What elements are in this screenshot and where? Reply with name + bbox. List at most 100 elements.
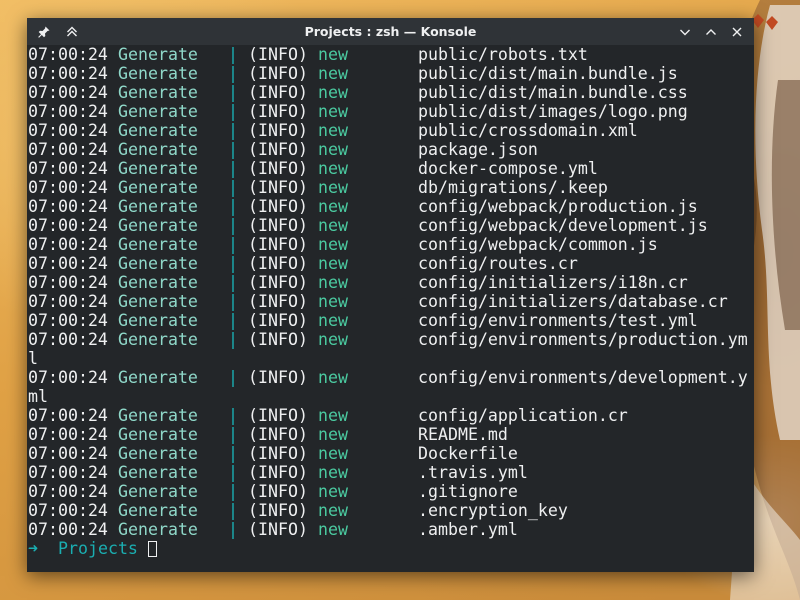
log-action: new — [318, 444, 348, 463]
log-timestamp: 07:00:24 — [28, 501, 108, 520]
log-separator: | — [228, 45, 238, 64]
log-level: (INFO) — [248, 64, 308, 83]
log-timestamp: 07:00:24 — [28, 463, 108, 482]
log-separator: | — [228, 311, 238, 330]
log-tag: Generate — [118, 197, 198, 216]
terminal-line: 07:00:24 Generate | (INFO) new db/migrations/… — [27, 178, 754, 197]
log-file-path: Dockerfile — [418, 444, 518, 463]
terminal-line: 07:00:24 Generate | (INFO) new public/dist/im… — [27, 102, 754, 121]
terminal-line: 07:00:24 Generate | (INFO) new config/applica… — [27, 406, 754, 425]
maximize-icon[interactable] — [700, 21, 722, 43]
log-action: new — [318, 83, 348, 102]
log-action: new — [318, 368, 348, 387]
log-separator: | — [228, 482, 238, 501]
keep-above-icon[interactable] — [61, 21, 83, 43]
log-level: (INFO) — [248, 425, 308, 444]
log-tag: Generate — [118, 482, 198, 501]
log-separator: | — [228, 273, 238, 292]
log-separator: | — [228, 463, 238, 482]
log-separator: | — [228, 425, 238, 444]
shell-prompt[interactable]: ➜ Projects — [27, 539, 754, 558]
log-action: new — [318, 406, 348, 425]
log-file-path-wrap: ml — [28, 387, 48, 406]
terminal-line: 07:00:24 Generate | (INFO) new public/dist/ma… — [27, 64, 754, 83]
log-level: (INFO) — [248, 463, 308, 482]
log-separator: | — [228, 121, 238, 140]
log-timestamp: 07:00:24 — [28, 254, 108, 273]
log-file-path: config/environments/production.ym — [418, 330, 748, 349]
terminal-line: 07:00:24 Generate | (INFO) new config/environ… — [27, 368, 754, 406]
log-file-path: .travis.yml — [418, 463, 528, 482]
terminal-line: 07:00:24 Generate | (INFO) new config/webpack… — [27, 216, 754, 235]
terminal-line: 07:00:24 Generate | (INFO) new Dockerfile — [27, 444, 754, 463]
log-level: (INFO) — [248, 216, 308, 235]
log-timestamp: 07:00:24 — [28, 159, 108, 178]
log-tag: Generate — [118, 368, 198, 387]
log-tag: Generate — [118, 501, 198, 520]
log-action: new — [318, 121, 348, 140]
log-level: (INFO) — [248, 482, 308, 501]
terminal-line: 07:00:24 Generate | (INFO) new README.md — [27, 425, 754, 444]
log-level: (INFO) — [248, 330, 308, 349]
log-level: (INFO) — [248, 140, 308, 159]
log-file-path: docker-compose.yml — [418, 159, 598, 178]
log-timestamp: 07:00:24 — [28, 311, 108, 330]
log-tag: Generate — [118, 140, 198, 159]
log-tag: Generate — [118, 121, 198, 140]
log-separator: | — [228, 83, 238, 102]
log-action: new — [318, 102, 348, 121]
log-level: (INFO) — [248, 102, 308, 121]
log-tag: Generate — [118, 425, 198, 444]
log-file-path: .amber.yml — [418, 520, 518, 539]
log-level: (INFO) — [248, 121, 308, 140]
log-file-path: config/webpack/common.js — [418, 235, 658, 254]
log-file-path: config/webpack/development.js — [418, 216, 708, 235]
log-file-path: config/environments/test.yml — [418, 311, 698, 330]
log-action: new — [318, 235, 348, 254]
terminal-line: 07:00:24 Generate | (INFO) new .encryption_ke… — [27, 501, 754, 520]
log-tag: Generate — [118, 273, 198, 292]
log-tag: Generate — [118, 311, 198, 330]
log-separator: | — [228, 216, 238, 235]
close-icon[interactable] — [726, 21, 748, 43]
log-timestamp: 07:00:24 — [28, 216, 108, 235]
log-timestamp: 07:00:24 — [28, 178, 108, 197]
text-cursor[interactable] — [148, 541, 157, 557]
log-file-path: public/robots.txt — [418, 45, 588, 64]
pin-icon[interactable] — [33, 21, 55, 43]
log-separator: | — [228, 330, 238, 349]
log-tag: Generate — [118, 292, 198, 311]
log-timestamp: 07:00:24 — [28, 64, 108, 83]
log-level: (INFO) — [248, 368, 308, 387]
log-timestamp: 07:00:24 — [28, 121, 108, 140]
log-timestamp: 07:00:24 — [28, 425, 108, 444]
log-level: (INFO) — [248, 178, 308, 197]
log-action: new — [318, 178, 348, 197]
log-action: new — [318, 311, 348, 330]
log-file-path: public/dist/main.bundle.css — [418, 83, 688, 102]
log-tag: Generate — [118, 254, 198, 273]
terminal-line: 07:00:24 Generate | (INFO) new public/dist/ma… — [27, 83, 754, 102]
log-file-path: config/webpack/production.js — [418, 197, 698, 216]
log-tag: Generate — [118, 520, 198, 539]
minimize-icon[interactable] — [674, 21, 696, 43]
window-titlebar[interactable]: Projects : zsh — Konsole — [27, 18, 754, 45]
log-file-path: config/initializers/i18n.cr — [418, 273, 688, 292]
log-separator: | — [228, 140, 238, 159]
terminal-line: 07:00:24 Generate | (INFO) new config/webpack… — [27, 235, 754, 254]
log-timestamp: 07:00:24 — [28, 330, 108, 349]
terminal-line: 07:00:24 Generate | (INFO) new config/routes.… — [27, 254, 754, 273]
log-file-path: README.md — [418, 425, 508, 444]
terminal-output[interactable]: 07:00:24 Generate | (INFO) new public/robots.… — [27, 45, 754, 572]
log-file-path: .encryption_key — [418, 501, 568, 520]
log-level: (INFO) — [248, 444, 308, 463]
log-action: new — [318, 425, 348, 444]
log-action: new — [318, 330, 348, 349]
log-file-path: db/migrations/.keep — [418, 178, 608, 197]
log-separator: | — [228, 406, 238, 425]
log-action: new — [318, 216, 348, 235]
log-file-path: config/application.cr — [418, 406, 628, 425]
log-action: new — [318, 254, 348, 273]
log-file-path: public/dist/main.bundle.js — [418, 64, 678, 83]
log-level: (INFO) — [248, 311, 308, 330]
